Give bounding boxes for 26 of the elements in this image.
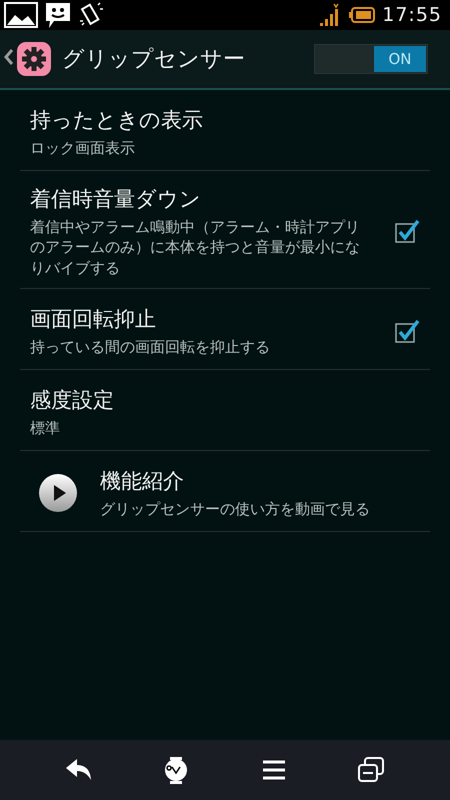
toggle-switch[interactable]: ON (314, 44, 428, 74)
checkbox[interactable] (394, 318, 420, 344)
clock-time: 17:55 (382, 4, 442, 26)
setting-row[interactable]: 持ったときの表示 ロック画面表示 (20, 90, 430, 171)
screen-title: グリップセンサー (62, 46, 246, 74)
setting-row[interactable]: 感度設定 標準 (20, 370, 430, 451)
setting-summary: 持っている間の画面回転を抑止する (30, 336, 271, 357)
setting-summary: ロック画面表示 (30, 138, 136, 158)
setting-row[interactable]: 着信時音量ダウン 着信中やアラーム鳴動中（アラーム・時計アプリのアラームのみ）に本体を持つと音量が最小になりバイブする (20, 171, 430, 289)
setting-title: 画面回転抑止 (30, 306, 157, 333)
setting-title: 機能紹介 (100, 468, 185, 495)
setting-title: 着信時音量ダウン (30, 186, 202, 213)
setting-summary: 標準 (30, 418, 61, 438)
gallery-icon (4, 2, 38, 28)
battery-icon (348, 6, 376, 24)
setting-summary: グリップセンサーの使い方を動画で見る (100, 498, 371, 519)
rotate-phone-icon (78, 2, 104, 28)
setting-summary: 着信中やアラーム鳴動中（アラーム・時計アプリのアラームのみ）に本体を持つと音量が最小になりバイブする (30, 217, 361, 278)
checkbox[interactable] (394, 218, 420, 244)
settings-icon (16, 41, 52, 77)
setting-title: 持ったときの表示 (30, 106, 204, 134)
recent-apps-icon[interactable] (356, 755, 386, 785)
setting-title: 感度設定 (30, 386, 115, 414)
setting-row[interactable]: 画面回転抑止 持っている間の画面回転を抑止する (20, 288, 430, 370)
play-icon[interactable] (38, 472, 78, 513)
setting-row[interactable]: 機能紹介 グリップセンサーの使い方を動画で見る (20, 450, 430, 532)
